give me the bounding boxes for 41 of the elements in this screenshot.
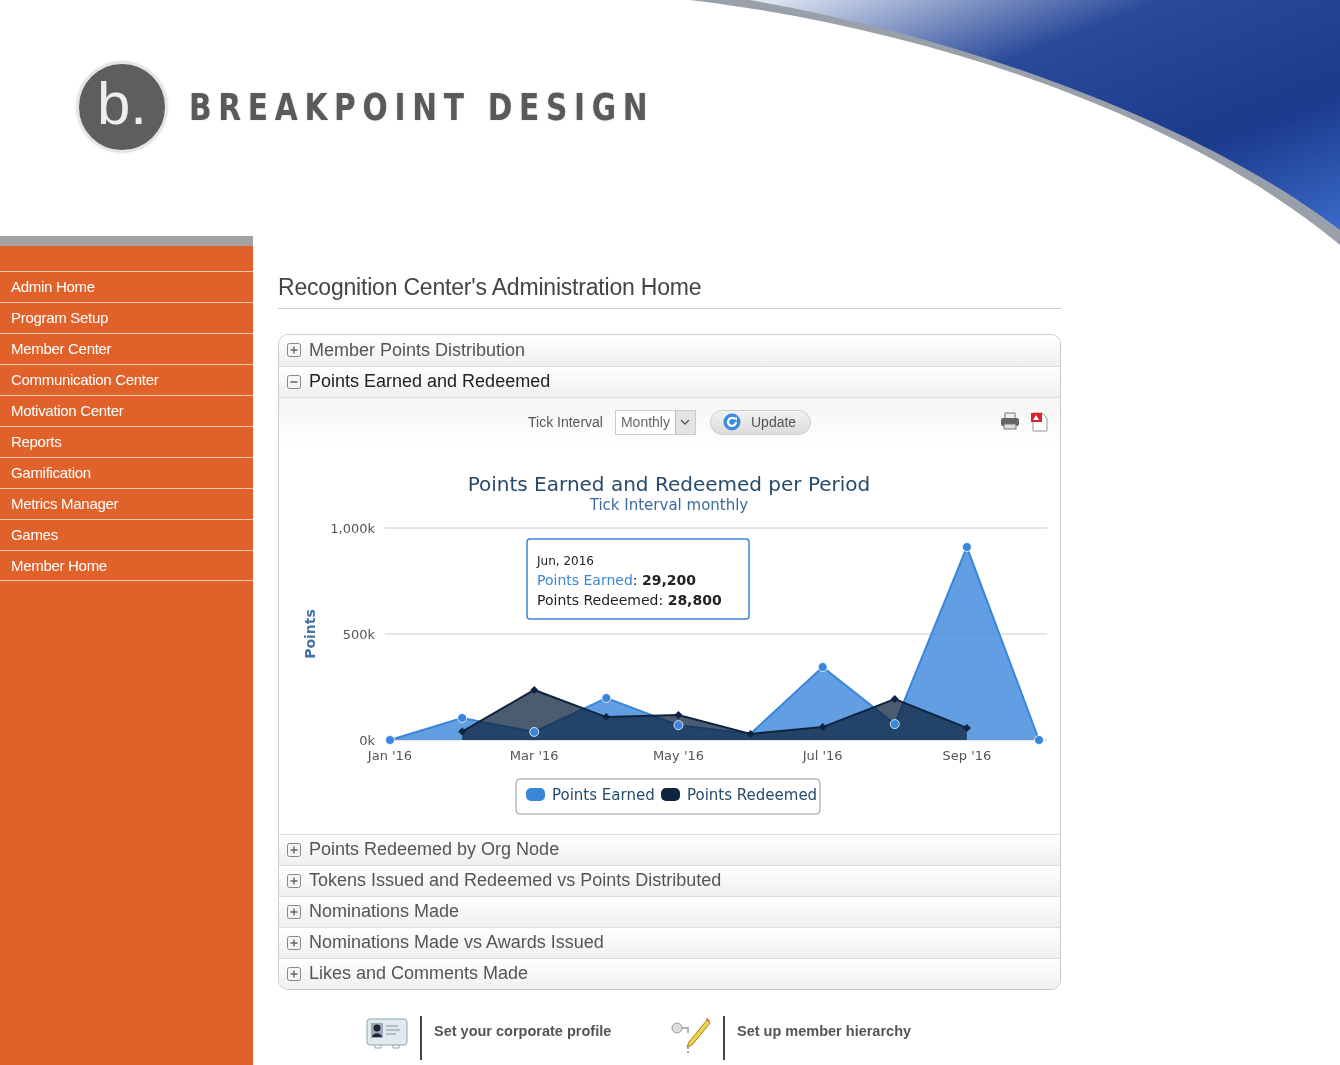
axis-label: 1,000k — [330, 520, 375, 536]
axis-label: Jan '16 — [367, 747, 413, 763]
axis-label: May '16 — [652, 747, 704, 763]
section-header[interactable]: Tokens Issued and Redeemed vs Points Distributed — [279, 864, 1060, 896]
section-header[interactable]: Points Redeemed by Org Node — [279, 833, 1060, 865]
legend-label: Points Earned — [552, 785, 655, 804]
tooltip-value: Points Earned: 29,200 — [537, 571, 696, 588]
section-header[interactable]: Nominations Made — [279, 895, 1060, 927]
axis-label: 500k — [342, 626, 375, 642]
sidebar-item[interactable]: Admin Home — [0, 271, 253, 302]
sidebar-item[interactable]: Motivation Center — [0, 395, 253, 426]
sidebar-item[interactable]: Metrics Manager — [0, 488, 253, 519]
axis-label: Jul '16 — [802, 747, 843, 763]
chart-subtitle: Tick Interval monthly — [589, 495, 749, 514]
brand-name: BREAKPOINT DESIGN — [189, 83, 655, 131]
section-header[interactable]: Points Earned and Redeemed — [279, 365, 1060, 397]
page-title: Recognition Center's Administration Home — [278, 270, 1061, 309]
quick-link[interactable]: Set up member hierarchy — [737, 1020, 912, 1043]
tick-interval-select[interactable]: Monthly — [614, 409, 696, 435]
section-header[interactable]: Nominations Made vs Awards Issued — [279, 926, 1060, 958]
sidebar-item[interactable]: Member Home — [0, 550, 253, 581]
section-header[interactable]: Member Points Distribution — [279, 334, 1060, 366]
axis-title: Points — [302, 608, 318, 659]
axis-label: Mar '16 — [509, 747, 559, 763]
tick-interval-label: Tick Interval — [528, 412, 603, 432]
sidebar-item[interactable]: Member Center — [0, 333, 253, 364]
legend-label: Points Redeemed — [687, 785, 818, 804]
sidebar-item[interactable]: Reports — [0, 426, 253, 457]
section-header[interactable]: Likes and Comments Made — [279, 957, 1060, 989]
axis-label: Sep '16 — [942, 747, 992, 763]
tooltip-value: Points Redeemed: 28,800 — [537, 591, 722, 608]
chart-title: Points Earned and Redeemed per Period — [467, 471, 871, 496]
axis-label: 0k — [359, 732, 375, 748]
tooltip-date: Jun, 2016 — [537, 553, 594, 568]
sidebar-item[interactable]: Gamification — [0, 457, 253, 488]
logo-mark: b. — [77, 62, 167, 152]
quick-link[interactable]: Set your corporate profile — [434, 1020, 612, 1043]
sidebar-item[interactable]: Games — [0, 519, 253, 550]
update-button[interactable]: Update — [710, 409, 812, 435]
sidebar-item[interactable]: Communication Center — [0, 364, 253, 395]
sidebar-item[interactable]: Program Setup — [0, 302, 253, 333]
